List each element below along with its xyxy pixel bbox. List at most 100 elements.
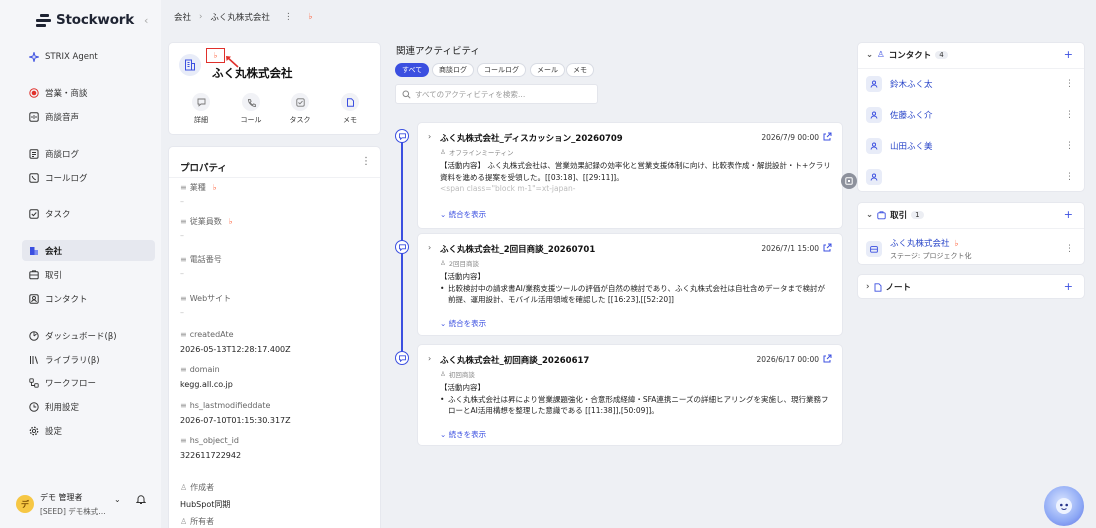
activity-body: 【活動内容】 ふく丸株式会社は昇により営業課題強化・合意形成経緯・SFA連携ニー… <box>440 382 832 417</box>
contacts-header[interactable]: ⌄ ♙ コンタクト 4 <box>866 49 948 61</box>
activity-title[interactable]: ふく丸株式会社_2回目商談_20260701 <box>440 243 595 255</box>
activity-card[interactable]: › ふく丸株式会社_初回商談_20260617 2026/6/17 00:00 … <box>417 344 843 446</box>
chevron-right-icon[interactable]: › <box>428 132 431 141</box>
property-field[interactable]: ♙ 所有者 <box>180 516 214 528</box>
expand-link[interactable]: ⌄ 続きを表示 <box>440 429 486 440</box>
panel-toggle-button[interactable] <box>841 173 857 189</box>
sidebar-item-strix-agent[interactable]: STRIX Agent <box>22 46 155 67</box>
sidebar-item-sales[interactable]: 営業・商談 <box>22 82 155 103</box>
property-value: – <box>180 197 184 206</box>
chevron-right-icon[interactable]: › <box>428 243 431 252</box>
property-field[interactable]: ♙ 作成者 HubSpot同期 <box>180 482 230 510</box>
add-contact-button[interactable]: + <box>1064 48 1073 61</box>
property-field[interactable]: ≡ 業種 ♭ – <box>180 182 216 206</box>
more-options-icon[interactable]: ⋮ <box>1065 141 1074 151</box>
contact-name[interactable]: 鈴木ふく太 <box>890 78 933 90</box>
more-options-icon[interactable]: ⋮ <box>1065 79 1074 89</box>
list-item[interactable]: 山田ふく美 ⋮ <box>866 138 1074 154</box>
activity-date: 2026/7/9 00:00 <box>761 133 819 142</box>
more-options-icon[interactable]: ⋮ <box>1065 110 1074 120</box>
deal-name[interactable]: ふく丸株式会社 <box>890 239 950 249</box>
property-field[interactable]: ≡ 従業員数 ♭ – <box>180 216 232 240</box>
chevron-down-icon[interactable]: ⌄ <box>114 495 121 504</box>
notes-header[interactable]: › ノート <box>866 281 911 293</box>
list-item[interactable]: 鈴木ふく太 ⋮ <box>866 76 1074 92</box>
sidebar-item-label: ダッシュボード(β) <box>45 331 117 342</box>
chevron-right-icon[interactable]: › <box>428 354 431 363</box>
activity-card[interactable]: › ふく丸株式会社_2回目商談_20260701 2026/7/1 15:00 … <box>417 233 843 336</box>
property-field[interactable]: ≡ domain kegg.all.co.jp <box>180 365 233 389</box>
sidebar-item-workflow[interactable]: ワークフロー <box>22 372 155 393</box>
hubspot-icon[interactable]: ♭ <box>206 48 225 63</box>
sidebar-item-call-log[interactable]: コールログ <box>22 167 155 188</box>
property-field[interactable]: ≡ hs_object_id 322611722942 <box>180 436 241 460</box>
call-action-button[interactable]: コール <box>238 93 264 125</box>
tab-call-log[interactable]: コールログ <box>477 63 526 77</box>
add-note-button[interactable]: + <box>1064 280 1073 293</box>
property-label: ≡ hs_lastmodifieddate <box>180 401 291 410</box>
activity-subtype-label: 初回商談 <box>448 371 475 379</box>
deals-header[interactable]: ⌄ 取引 1 <box>866 209 924 221</box>
memo-icon <box>341 93 359 111</box>
breadcrumb-parent[interactable]: 会社 <box>174 11 191 23</box>
property-field[interactable]: ≡ createdAte 2026-05-13T12:28:17.400Z <box>180 330 291 354</box>
list-item[interactable]: ふく丸株式会社 ♭ ステージ: プロジェクト化 ⋮ <box>866 237 1074 261</box>
property-label-text: hs_object_id <box>189 436 239 445</box>
hubspot-icon[interactable]: ♭ <box>308 12 312 22</box>
chevron-down-icon[interactable]: ⌄ <box>866 210 873 220</box>
bell-icon[interactable] <box>136 494 146 505</box>
user-menu[interactable]: デ デモ 管理者 [SEED] デモ株式… ⌄ <box>16 492 151 517</box>
collapse-sidebar-icon[interactable]: ‹ <box>144 14 148 27</box>
memo-action-button[interactable]: メモ <box>337 93 363 125</box>
sidebar-item-sales-log[interactable]: 商談ログ <box>22 143 155 164</box>
tab-all[interactable]: すべて <box>395 63 430 77</box>
assistant-bot-button[interactable] <box>1044 486 1084 526</box>
contact-name[interactable]: 佐藤ふく介 <box>890 109 933 121</box>
more-options-icon[interactable]: ⋮ <box>361 156 371 167</box>
more-options-icon[interactable]: ⋮ <box>1065 172 1074 182</box>
property-label-text: createdAte <box>189 330 234 339</box>
more-options-icon[interactable]: ⋮ <box>1065 244 1074 254</box>
activity-body-text: 【活動内容】 ふく丸株式会社は、営業効果記録の効率化と営業支援体制に向け、比較表… <box>440 161 831 182</box>
activity-search-input[interactable]: すべてのアクティビティを検索… <box>395 84 598 104</box>
details-action-button[interactable]: 詳細 <box>188 93 214 125</box>
property-value: kegg.all.co.jp <box>180 380 233 389</box>
list-item[interactable]: ⋮ <box>866 169 1074 185</box>
sidebar-item-dashboard[interactable]: ダッシュボード(β) <box>22 325 155 346</box>
company-header-card: ♭ ふく丸株式会社 詳細 コール タスク メモ <box>168 42 381 135</box>
add-deal-button[interactable]: + <box>1064 208 1073 221</box>
more-options-icon[interactable]: ⋮ <box>284 12 293 22</box>
sidebar-item-library[interactable]: ライブラリ(β) <box>22 349 155 370</box>
activity-bullet: ふく丸株式会社は昇により営業課題強化・合意形成経緯・SFA連携ニーズの詳細ヒアリ… <box>440 394 832 417</box>
external-link-icon[interactable] <box>823 132 832 141</box>
tab-email[interactable]: メール <box>530 63 565 77</box>
property-value: – <box>180 231 184 240</box>
property-field[interactable]: ≡ Webサイト – <box>180 293 231 317</box>
list-item[interactable]: 佐藤ふく介 ⋮ <box>866 107 1074 123</box>
sidebar-item-contacts[interactable]: コンタクト <box>22 288 155 309</box>
tab-memo[interactable]: メモ <box>566 63 594 77</box>
contact-name[interactable]: 山田ふく美 <box>890 140 933 152</box>
sidebar-item-settings[interactable]: 設定 <box>22 420 155 441</box>
external-link-icon[interactable] <box>823 243 832 252</box>
sidebar-item-companies[interactable]: 会社 <box>22 240 155 261</box>
expand-link[interactable]: ⌄ 続合を表示 <box>440 209 486 220</box>
external-link-icon[interactable] <box>823 354 832 363</box>
task-action-button[interactable]: タスク <box>287 93 313 125</box>
sidebar-item-sales-audio[interactable]: 商談音声 <box>22 106 155 127</box>
chevron-down-icon[interactable]: ⌄ <box>866 50 873 60</box>
property-field[interactable]: ≡ hs_lastmodifieddate 2026-07-10T01:15:30.… <box>180 401 291 425</box>
tab-sales-log[interactable]: 商談ログ <box>432 63 474 77</box>
deal-stage: ステージ: プロジェクト化 <box>890 252 972 260</box>
sidebar-item-tasks[interactable]: タスク <box>22 203 155 224</box>
field-type-icon: ♙ <box>180 517 188 526</box>
activity-title[interactable]: ふく丸株式会社_初回商談_20260617 <box>440 354 589 366</box>
property-field[interactable]: ≡ 電話番号 – <box>180 254 222 278</box>
sidebar-item-usage-settings[interactable]: 利用設定 <box>22 396 155 417</box>
chevron-right-icon[interactable]: › <box>866 282 870 292</box>
sidebar-item-deals[interactable]: 取引 <box>22 264 155 285</box>
activity-card[interactable]: › ふく丸株式会社_ディスカッション_20260709 2026/7/9 00:… <box>417 122 843 229</box>
activity-title[interactable]: ふく丸株式会社_ディスカッション_20260709 <box>440 132 623 144</box>
expand-link[interactable]: ⌄ 続合を表示 <box>440 318 486 329</box>
app-logo[interactable]: Stockwork <box>36 12 134 28</box>
